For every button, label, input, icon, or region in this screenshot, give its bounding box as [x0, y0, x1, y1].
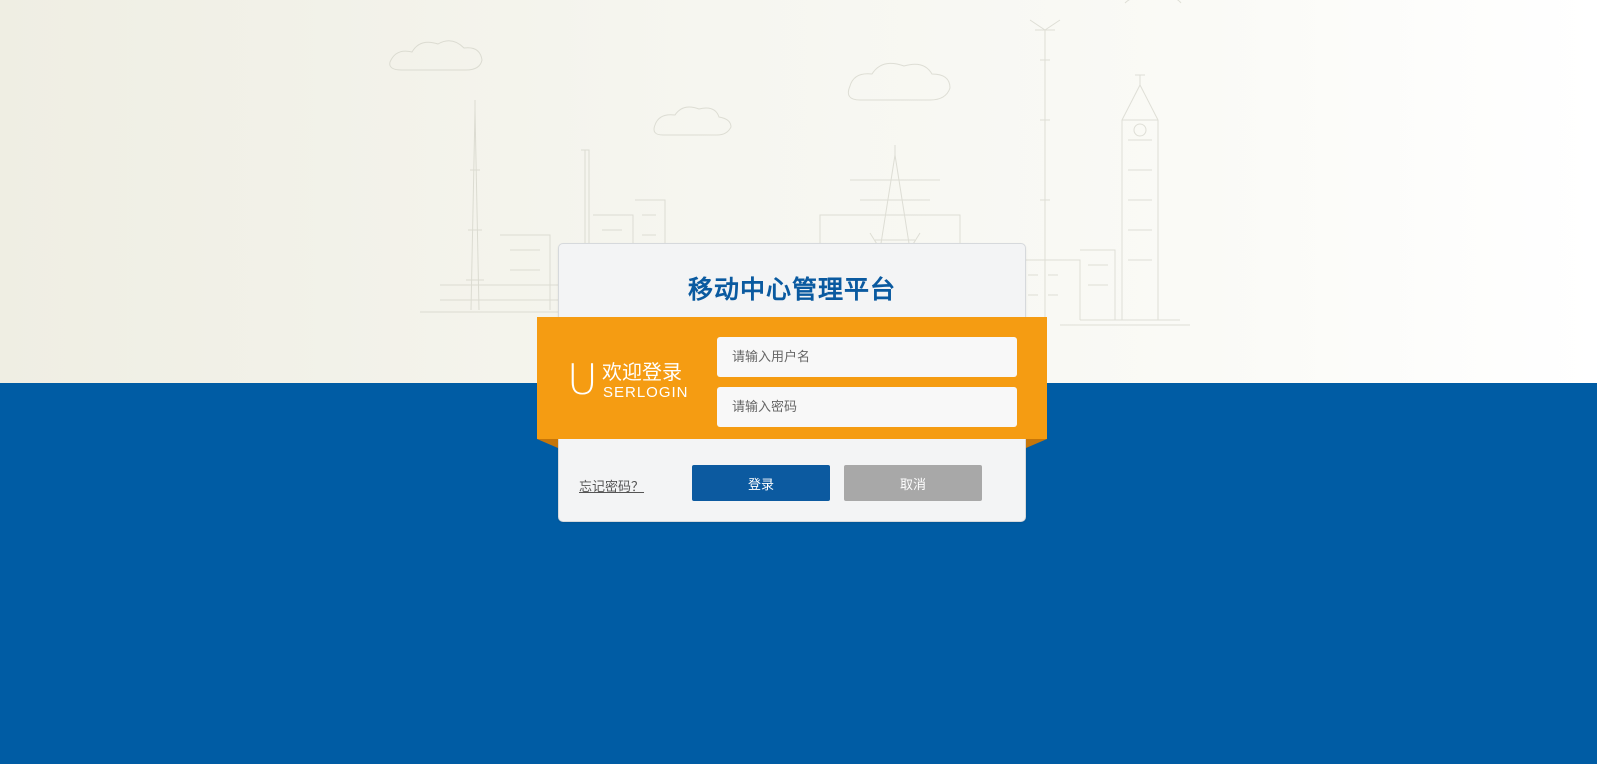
login-page: 移动中心管理平台 U 欢迎登录 SERLOGIN 忘记密码？ 登录 取消 [0, 0, 1597, 764]
welcome-text-en: SERLOGIN [603, 384, 689, 401]
forgot-password-link[interactable]: 忘记密码？ [579, 476, 644, 495]
password-input[interactable] [717, 387, 1017, 427]
welcome-big-letter: U [567, 355, 598, 404]
ribbon-fold-left [537, 439, 558, 448]
login-button[interactable]: 登录 [692, 465, 830, 501]
welcome-text-cn: 欢迎登录 [602, 360, 682, 384]
username-input[interactable] [717, 337, 1017, 377]
cancel-button[interactable]: 取消 [844, 465, 982, 501]
ribbon-fold-right [1026, 439, 1047, 448]
page-title: 移动中心管理平台 [687, 275, 896, 304]
